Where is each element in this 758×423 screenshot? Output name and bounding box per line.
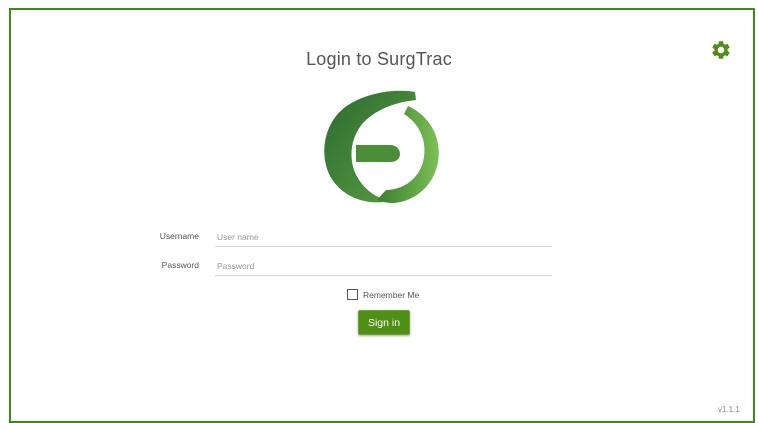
gear-icon[interactable] bbox=[710, 39, 732, 61]
sign-in-button[interactable]: Sign in bbox=[358, 310, 410, 335]
remember-me-label[interactable]: Remember Me bbox=[363, 290, 419, 300]
password-input[interactable] bbox=[215, 256, 552, 276]
password-label: Password bbox=[161, 260, 199, 270]
username-row: Username bbox=[0, 227, 758, 249]
app-frame bbox=[9, 8, 755, 423]
surgtrac-logo bbox=[324, 90, 439, 203]
remember-me-checkbox[interactable] bbox=[347, 289, 358, 300]
password-row: Password bbox=[0, 256, 758, 278]
page-title: Login to SurgTrac bbox=[306, 49, 452, 69]
username-input[interactable] bbox=[215, 227, 552, 247]
version-label: v1.1.1 bbox=[718, 405, 740, 414]
username-label: Username bbox=[159, 231, 199, 241]
